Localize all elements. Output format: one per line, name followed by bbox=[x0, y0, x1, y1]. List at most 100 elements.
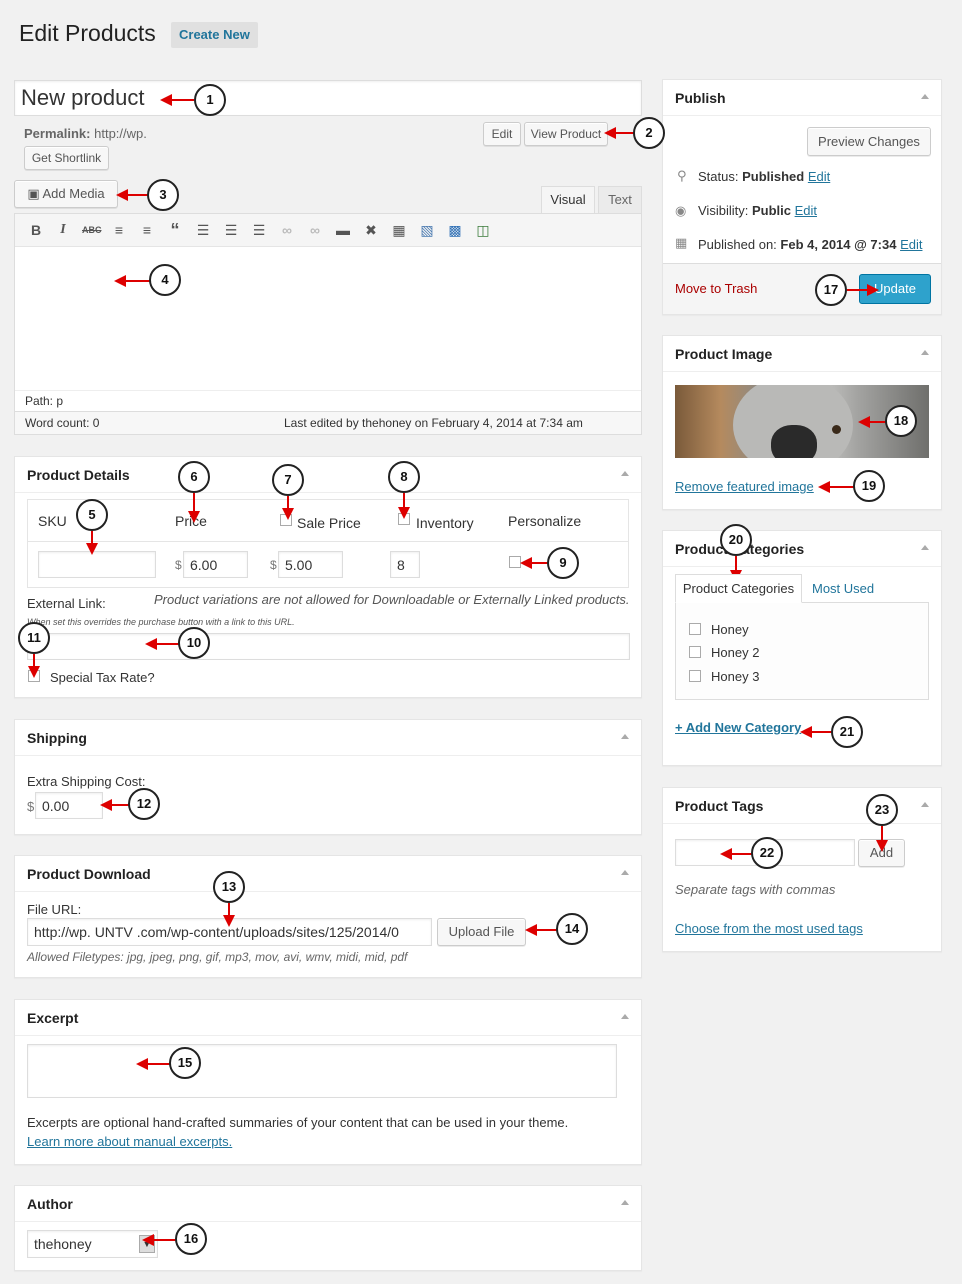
callout-11: 11 bbox=[18, 622, 50, 654]
preview-changes-button[interactable]: Preview Changes bbox=[807, 127, 931, 156]
page-title: Edit Products bbox=[19, 20, 156, 46]
excerpt-learn-more-link[interactable]: Learn more about manual excerpts. bbox=[27, 1134, 232, 1149]
product-title-input[interactable]: New product bbox=[14, 80, 642, 116]
link-icon[interactable]: ∞ bbox=[278, 221, 296, 239]
eye-icon: ◉ bbox=[675, 203, 687, 218]
annotation-arrow bbox=[520, 557, 548, 569]
shipping-cost-input[interactable]: 0.00 bbox=[35, 792, 103, 819]
excerpt-header[interactable]: Excerpt bbox=[15, 1000, 641, 1036]
collapse-icon[interactable] bbox=[921, 802, 929, 807]
personalize-header: Personalize bbox=[508, 513, 582, 529]
collapse-icon[interactable] bbox=[921, 94, 929, 99]
category-item: Honey bbox=[711, 622, 749, 637]
remove-featured-image-link[interactable]: Remove featured image bbox=[675, 479, 814, 494]
inventory-input[interactable]: 8 bbox=[390, 551, 420, 578]
product-details-header[interactable]: Product Details bbox=[15, 457, 641, 493]
toolbar-toggle-icon[interactable]: ▦ bbox=[390, 221, 408, 239]
collapse-icon[interactable] bbox=[621, 734, 629, 739]
unlink-icon[interactable]: ∞ bbox=[306, 221, 324, 239]
callout-4: 4 bbox=[149, 264, 181, 296]
view-product-button[interactable]: View Product bbox=[524, 122, 608, 146]
category-checkbox[interactable] bbox=[689, 623, 701, 635]
tab-product-categories[interactable]: Product Categories bbox=[675, 574, 802, 603]
publish-header[interactable]: Publish bbox=[663, 80, 941, 116]
annotation-arrow bbox=[116, 189, 148, 201]
publish-visibility: Visibility: Public Edit bbox=[698, 203, 818, 218]
annotation-arrow bbox=[858, 416, 886, 428]
fullscreen-icon[interactable]: ✖ bbox=[362, 221, 380, 239]
tags-note: Separate tags with commas bbox=[675, 882, 836, 897]
external-link-note: When set this overrides the purchase but… bbox=[27, 617, 295, 627]
callout-13: 13 bbox=[213, 871, 245, 903]
gallery-icon[interactable]: ▩ bbox=[446, 221, 464, 239]
variations-note: Product variations are not allowed for D… bbox=[154, 592, 630, 607]
status-edit-link[interactable]: Edit bbox=[808, 169, 830, 184]
collapse-icon[interactable] bbox=[621, 471, 629, 476]
sku-input[interactable] bbox=[38, 551, 156, 578]
shipping-label: Extra Shipping Cost: bbox=[27, 774, 146, 789]
category-item: Honey 2 bbox=[711, 645, 760, 660]
get-shortlink-button[interactable]: Get Shortlink bbox=[24, 146, 109, 170]
strikethrough-icon[interactable]: ABC bbox=[82, 221, 102, 239]
collapse-icon[interactable] bbox=[621, 870, 629, 875]
date-edit-link[interactable]: Edit bbox=[900, 237, 922, 252]
callout-7: 7 bbox=[272, 464, 304, 496]
add-new-category-link[interactable]: + Add New Category bbox=[675, 720, 801, 735]
align-right-icon[interactable]: ☰ bbox=[250, 221, 268, 239]
create-new-button[interactable]: Create New bbox=[171, 22, 258, 48]
move-to-trash-link[interactable]: Move to Trash bbox=[675, 281, 757, 296]
product-categories-header[interactable]: Product Categories bbox=[663, 531, 941, 567]
product-image-header[interactable]: Product Image bbox=[663, 336, 941, 372]
tab-most-used[interactable]: Most Used bbox=[812, 581, 874, 596]
product-download-header[interactable]: Product Download bbox=[15, 856, 641, 892]
category-checkbox[interactable] bbox=[689, 670, 701, 682]
callout-21: 21 bbox=[831, 716, 863, 748]
callout-5: 5 bbox=[76, 499, 108, 531]
table-divider bbox=[28, 541, 628, 542]
sale-price-input[interactable]: 5.00 bbox=[278, 551, 343, 578]
collapse-icon[interactable] bbox=[621, 1200, 629, 1205]
collapse-icon[interactable] bbox=[921, 545, 929, 550]
more-tag-icon[interactable]: ▬ bbox=[334, 221, 352, 239]
upload-file-button[interactable]: Upload File bbox=[437, 918, 526, 946]
video-icon[interactable]: ◫ bbox=[474, 221, 492, 239]
allowed-filetypes: Allowed Filetypes: jpg, jpeg, png, gif, … bbox=[27, 950, 408, 964]
callout-20: 20 bbox=[720, 524, 752, 556]
add-media-button[interactable]: ▣ Add Media bbox=[14, 180, 118, 208]
koala-nose bbox=[771, 425, 817, 458]
align-center-icon[interactable]: ☰ bbox=[222, 221, 240, 239]
editor-toolbar bbox=[15, 214, 641, 247]
category-checkbox[interactable] bbox=[689, 646, 701, 658]
choose-tags-link[interactable]: Choose from the most used tags bbox=[675, 921, 863, 936]
price-input[interactable]: 6.00 bbox=[183, 551, 248, 578]
permalink-edit-button[interactable]: Edit bbox=[483, 122, 521, 146]
external-link-input[interactable] bbox=[27, 633, 630, 660]
pin-icon: ⚲ bbox=[677, 168, 687, 183]
shipping-header[interactable]: Shipping bbox=[15, 720, 641, 756]
product-tags-header[interactable]: Product Tags bbox=[663, 788, 941, 824]
callout-19: 19 bbox=[853, 470, 885, 502]
collapse-icon[interactable] bbox=[621, 1014, 629, 1019]
excerpt-textarea[interactable] bbox=[27, 1044, 617, 1098]
blockquote-icon[interactable]: “ bbox=[166, 221, 184, 239]
visibility-edit-link[interactable]: Edit bbox=[795, 203, 817, 218]
annotation-arrow bbox=[525, 924, 557, 936]
bullet-list-icon[interactable]: ≡ bbox=[110, 221, 128, 239]
koala-eye bbox=[832, 425, 841, 434]
annotation-arrow bbox=[818, 481, 854, 493]
callout-15: 15 bbox=[169, 1047, 201, 1079]
bold-icon[interactable]: B bbox=[27, 221, 45, 239]
annotation-arrow bbox=[100, 799, 130, 811]
annotation-arrow bbox=[800, 726, 832, 738]
numbered-list-icon[interactable]: ≡ bbox=[138, 221, 156, 239]
align-left-icon[interactable]: ☰ bbox=[194, 221, 212, 239]
author-header[interactable]: Author bbox=[15, 1186, 641, 1222]
author-select[interactable]: thehoney ▼ bbox=[27, 1230, 158, 1258]
tab-visual[interactable]: Visual bbox=[541, 186, 595, 214]
tab-text[interactable]: Text bbox=[598, 186, 642, 214]
excerpt-note: Excerpts are optional hand-crafted summa… bbox=[27, 1115, 569, 1130]
collapse-icon[interactable] bbox=[921, 350, 929, 355]
italic-icon[interactable]: I bbox=[54, 221, 72, 239]
annotation-arrow bbox=[730, 556, 742, 582]
image-icon[interactable]: ▧ bbox=[418, 221, 436, 239]
